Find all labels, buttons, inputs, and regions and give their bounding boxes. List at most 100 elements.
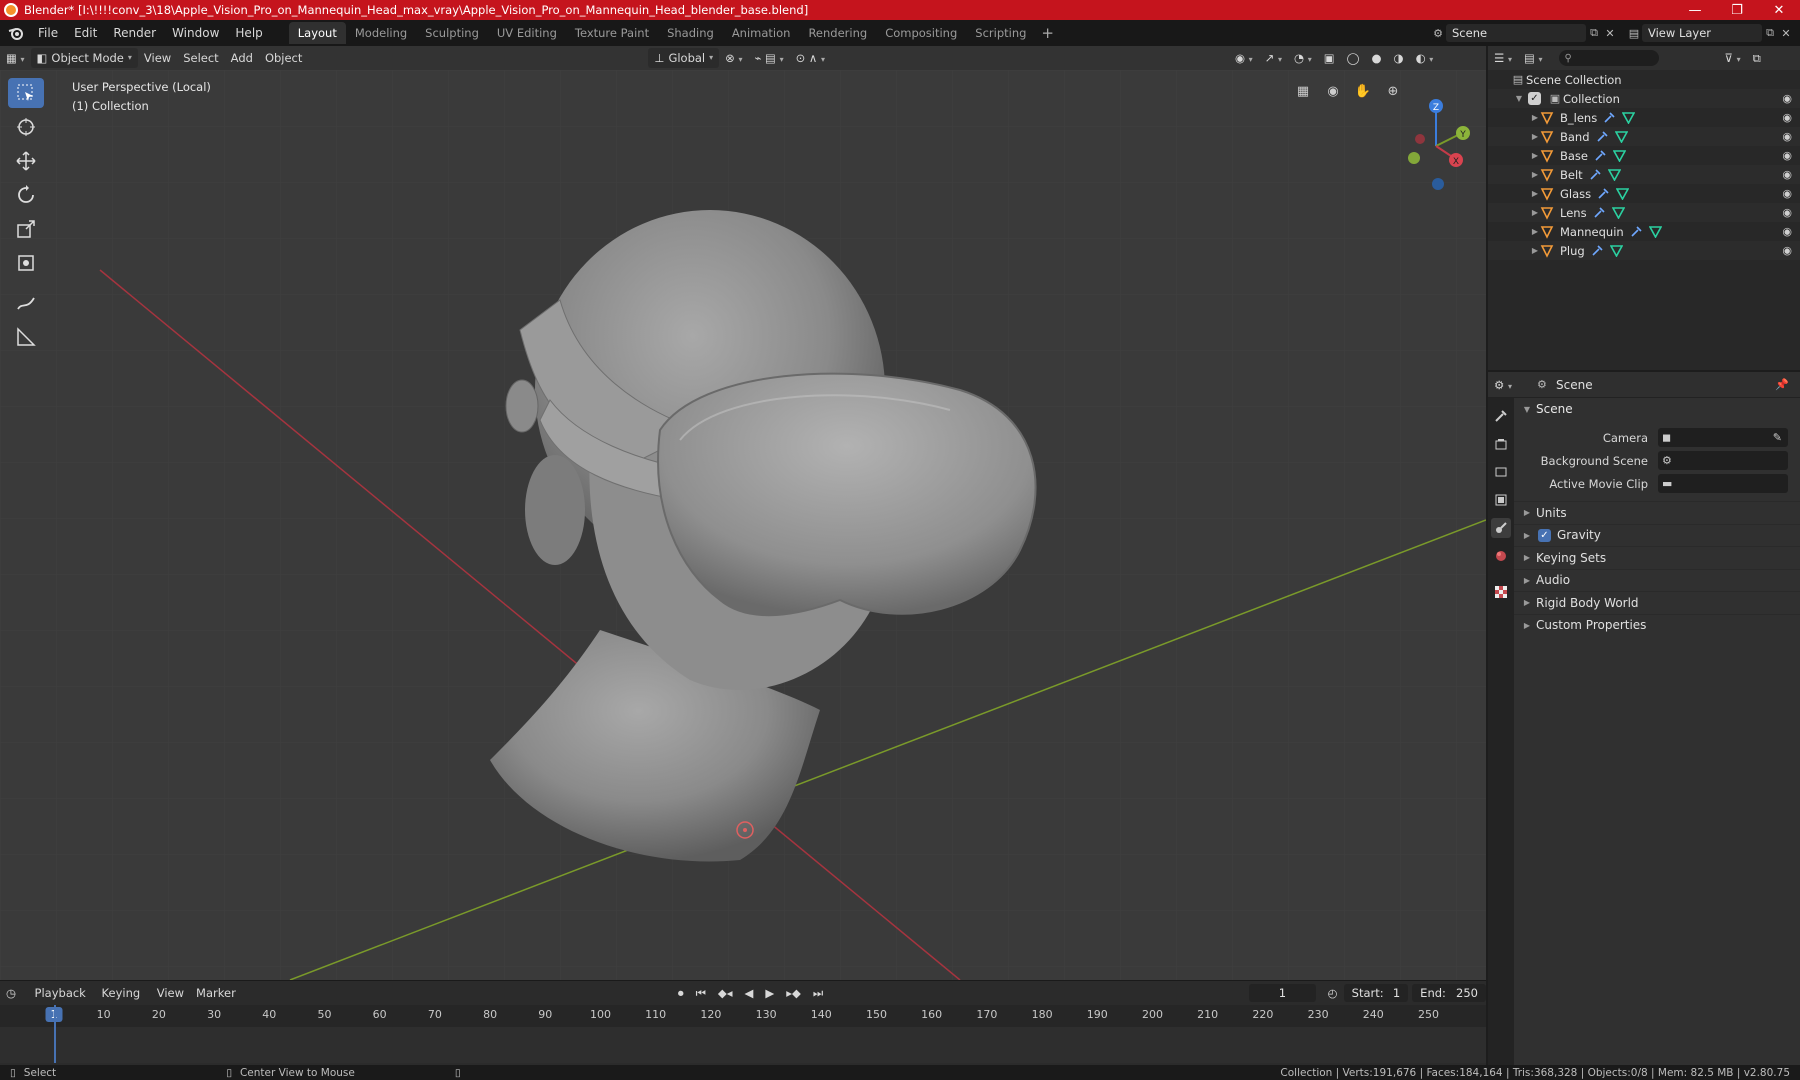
end-frame-field[interactable]: End: 250 [1412, 984, 1486, 1002]
modifier-wrench-icon[interactable] [1603, 111, 1616, 124]
outliner-editor-type-icon[interactable]: ☰ ▾ [1488, 48, 1518, 68]
gravity-checkbox[interactable]: ✓ [1538, 528, 1551, 542]
play-reverse-button[interactable]: ◀ [739, 983, 760, 1003]
mesh-data-icon[interactable] [1648, 225, 1662, 238]
tab-compositing[interactable]: Compositing [876, 22, 966, 44]
tab-sculpting[interactable]: Sculpting [416, 22, 488, 44]
mannequin-ear[interactable] [525, 455, 585, 565]
pivot-icon[interactable]: ⊗ ▾ [719, 48, 748, 68]
editor-type-icon[interactable]: ▦ ▾ [0, 48, 31, 68]
annotate-tool[interactable] [8, 288, 44, 318]
eye-icon[interactable]: ◉ [1782, 130, 1792, 143]
tab-shading[interactable]: Shading [658, 22, 723, 44]
expand-triangle-icon[interactable]: ▶ [1530, 170, 1540, 179]
jump-start-button[interactable]: ⏮ [690, 983, 712, 1003]
outliner-object-row[interactable]: ▶ Band ◉ [1488, 127, 1800, 146]
keying-sets-panel[interactable]: ▶ Keying Sets [1514, 546, 1800, 569]
start-frame-field[interactable]: Start: 1 [1343, 984, 1409, 1002]
transform-orientation-dropdown[interactable]: ⊥ Global ▾ [648, 48, 720, 68]
preview-range-icon[interactable]: ◴ [1322, 983, 1344, 1003]
navigation-gizmo[interactable]: Z Y X [1290, 76, 1486, 196]
mesh-data-icon[interactable] [1614, 130, 1628, 143]
eye-icon[interactable]: ◉ [1782, 149, 1792, 162]
mesh-data-icon[interactable] [1622, 111, 1636, 124]
mode-dropdown[interactable]: ◧ Object Mode ▾ [30, 48, 138, 68]
jump-end-button[interactable]: ⏭ [807, 983, 829, 1003]
gizmo-toggle-icon[interactable]: ↗ ▾ [1259, 48, 1288, 68]
scale-tool[interactable] [8, 214, 44, 244]
outliner-object-row[interactable]: ▶ Plug ◉ [1488, 241, 1800, 260]
headset-dial[interactable] [505, 379, 539, 433]
gizmo-neg-y-handle[interactable] [1408, 152, 1420, 164]
eye-icon[interactable]: ◉ [1782, 244, 1792, 257]
scene-collection-row[interactable]: ▤ Scene Collection [1488, 70, 1800, 89]
menu-help[interactable]: Help [227, 22, 270, 44]
eye-icon[interactable]: ◉ [1782, 225, 1792, 238]
background-scene-field[interactable]: ⚙ [1658, 451, 1788, 470]
expand-triangle-icon[interactable]: ▶ [1530, 132, 1540, 141]
world-tab-icon[interactable] [1491, 546, 1511, 566]
menu-add[interactable]: Add [225, 48, 259, 68]
modifier-wrench-icon[interactable] [1594, 149, 1607, 162]
modifier-wrench-icon[interactable] [1589, 168, 1602, 181]
view-layer-tab-icon[interactable] [1491, 490, 1511, 510]
new-collection-icon[interactable]: ⧉ [1747, 48, 1767, 68]
display-mode-icon[interactable]: ▤ ▾ [1518, 48, 1549, 68]
copy-view-layer-icon[interactable]: ⧉ [1762, 25, 1778, 41]
pin-icon[interactable]: 📌 [1774, 377, 1790, 393]
menu-playback[interactable]: Playback ▾ [29, 983, 96, 1019]
eye-icon[interactable]: ◉ [1782, 92, 1792, 105]
timeline-editor-type-icon[interactable]: ◷ ▾ [0, 983, 29, 1019]
tab-texture-paint[interactable]: Texture Paint [566, 22, 658, 44]
cursor-tool[interactable] [8, 112, 44, 142]
scene-panel-header[interactable]: ▼ Scene [1514, 398, 1800, 420]
texture-tab-icon[interactable] [1491, 582, 1511, 602]
output-tab-icon[interactable] [1491, 462, 1511, 482]
modifier-wrench-icon[interactable] [1591, 244, 1604, 257]
menu-file[interactable]: File [30, 22, 66, 44]
3d-viewport[interactable]: ▦ ▾ ◧ Object Mode ▾ View Select Add Obje… [0, 46, 1486, 980]
copy-scene-icon[interactable]: ⧉ [1586, 25, 1602, 41]
gizmo-neg-x-handle[interactable] [1415, 134, 1425, 144]
menu-edit[interactable]: Edit [66, 22, 105, 44]
viewport-scene[interactable] [0, 70, 1486, 980]
headset-visor[interactable] [657, 372, 1037, 617]
measure-tool[interactable] [8, 322, 44, 352]
gizmo-neg-z-handle[interactable] [1432, 178, 1444, 190]
outliner-search-input[interactable]: ⚲ [1558, 50, 1659, 66]
outliner-object-row[interactable]: ▶ Glass ◉ [1488, 184, 1800, 203]
scene-tab-icon[interactable] [1491, 518, 1511, 538]
record-button[interactable]: ⏺ [672, 983, 690, 1003]
collection-checkbox[interactable]: ✓ [1528, 92, 1541, 105]
add-workspace-button[interactable]: + [1035, 22, 1060, 44]
collection-row[interactable]: ▼ ✓ ▣ Collection ◉ [1488, 89, 1800, 108]
tool-tab-icon[interactable] [1491, 406, 1511, 426]
tab-uv-editing[interactable]: UV Editing [488, 22, 566, 44]
snap-icon[interactable]: ⌁ ▤ ▾ [748, 48, 789, 68]
expand-triangle-icon[interactable]: ▶ [1530, 208, 1540, 217]
overlays-icon[interactable]: ◔ ▾ [1288, 48, 1318, 68]
visibility-icon[interactable]: ◉ ▾ [1229, 48, 1259, 68]
eye-icon[interactable]: ◉ [1782, 111, 1792, 124]
modifier-wrench-icon[interactable] [1630, 225, 1643, 238]
playhead[interactable] [54, 1005, 56, 1063]
xray-icon[interactable]: ▣ [1318, 48, 1341, 68]
eye-icon[interactable]: ◉ [1782, 168, 1792, 181]
rendered-shading-icon[interactable]: ◐ ▾ [1410, 48, 1440, 68]
modifier-wrench-icon[interactable] [1597, 187, 1610, 200]
tab-layout[interactable]: Layout [288, 22, 346, 44]
scene-name-field[interactable]: Scene [1446, 24, 1586, 42]
eyedropper-icon[interactable]: ✎ [1773, 431, 1782, 444]
remove-view-layer-icon[interactable]: ✕ [1778, 25, 1794, 41]
proportional-edit-icon[interactable]: ⊙ ∧ ▾ [790, 48, 831, 68]
outliner-object-row[interactable]: ▶ B_lens ◉ [1488, 108, 1800, 127]
tab-animation[interactable]: Animation [723, 22, 800, 44]
expand-triangle-icon[interactable]: ▶ [1530, 113, 1540, 122]
menu-view[interactable]: View [138, 48, 177, 68]
prev-keyframe-button[interactable]: ◆◂ [712, 983, 739, 1003]
expand-triangle-icon[interactable]: ▶ [1530, 151, 1540, 160]
minimize-button[interactable]: — [1674, 0, 1716, 20]
eye-icon[interactable]: ◉ [1782, 187, 1792, 200]
modifier-wrench-icon[interactable] [1596, 130, 1609, 143]
outliner-object-row[interactable]: ▶ Base ◉ [1488, 146, 1800, 165]
